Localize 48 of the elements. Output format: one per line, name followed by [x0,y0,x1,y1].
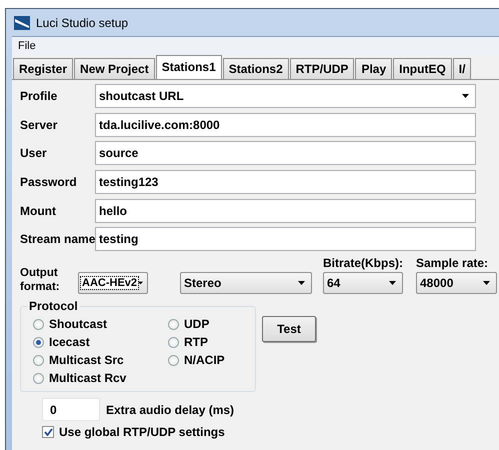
tab[interactable]: Stations1 [156,55,222,79]
field-label: Profile [20,89,58,103]
output-format-label: Output format: [20,266,61,294]
bitrate-label: Bitrate(Kbps): [323,256,403,270]
format-dropdown[interactable]: AAC-HEv2 [78,272,148,294]
radio-option[interactable]: Multicast Rcv [33,369,168,388]
bitrate-dropdown[interactable]: 64 [323,272,403,294]
group-title: Protocol [27,299,80,314]
field-label: Stream name [20,232,95,246]
field-label: Mount [20,204,57,218]
checkmark-icon [44,428,52,436]
delay-label: Extra audio delay (ms) [106,402,234,417]
text-field[interactable]: testing [95,227,476,252]
dropdown-arrow-icon [389,281,396,286]
window-title: Luci Studio setup [36,16,128,30]
radio-option[interactable]: Shoutcast [33,315,168,334]
dropdown-arrow-icon [462,94,469,98]
text-field[interactable]: tda.lucilive.com:8000 [95,112,476,137]
tab[interactable]: Register [13,58,74,79]
profile-dropdown[interactable]: shoutcast URL [95,84,476,108]
app-logo-icon [14,16,30,30]
text-field[interactable]: hello [95,198,476,223]
sample-rate-label: Sample rate: [416,256,490,270]
radio-option[interactable]: Multicast Src [33,351,168,370]
test-button[interactable]: Test [262,316,316,342]
menu-item[interactable]: File [12,40,42,52]
radio-option[interactable]: N/ACIP [168,351,255,370]
radio-option[interactable]: UDP [168,315,255,334]
tab[interactable]: I/ [452,58,472,79]
tab[interactable]: Play [355,58,392,79]
field-label: Server [20,118,58,132]
dropdown-arrow-icon [138,281,143,286]
tab[interactable]: InputEQ [393,58,452,79]
tab[interactable]: Stations2 [222,58,289,79]
text-field[interactable]: testing123 [95,170,476,194]
field-label: Password [20,175,78,190]
sample-rate-dropdown[interactable]: 48000 [416,272,497,294]
radio-option[interactable]: Icecast [33,333,168,352]
tab[interactable]: RTP/UDP [290,58,354,79]
tab[interactable]: New Project [74,58,155,79]
dropdown-arrow-icon [298,281,305,286]
text-field[interactable]: source [95,141,476,166]
global-rtp-checkbox[interactable]: Use global RTP/UDP settings [42,425,499,440]
radio-option[interactable]: RTP [168,333,255,352]
field-label: User [20,146,48,160]
delay-input[interactable]: 0 [42,398,100,422]
channels-dropdown[interactable]: Stereo [180,272,312,294]
dropdown-arrow-icon [483,281,490,286]
